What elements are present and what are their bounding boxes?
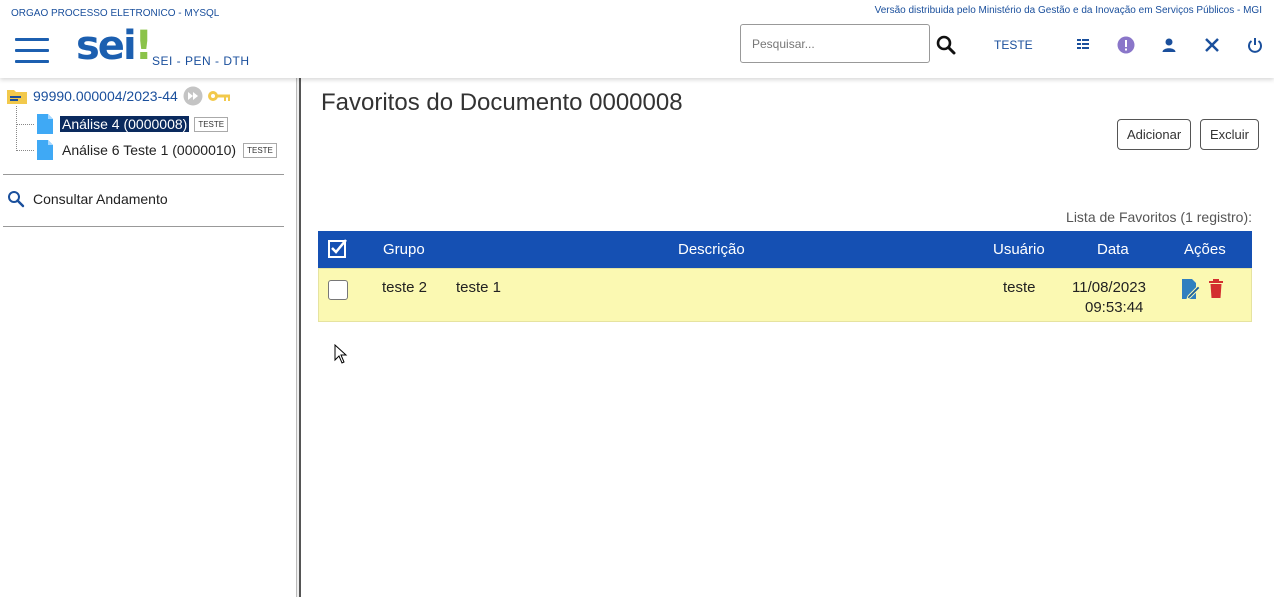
consultar-andamento-link[interactable]: Consultar Andamento: [7, 190, 168, 208]
cell-data: 11/08/2023: [1072, 279, 1146, 296]
cell-descricao: teste 1: [456, 279, 502, 296]
user-icon[interactable]: [1160, 36, 1178, 54]
divider: [3, 226, 284, 227]
org-name: ORGAO PROCESSO ELETRONICO - MYSQL: [11, 8, 220, 19]
top-header: ORGAO PROCESSO ELETRONICO - MYSQL Versão…: [0, 0, 1274, 78]
main-content: Favoritos do Documento 0000008 Adicionar…: [301, 78, 1274, 597]
document-icon: [37, 114, 53, 134]
document-node[interactable]: Análise 6 Teste 1 (0000010) TESTE: [36, 140, 277, 160]
divider: [3, 174, 284, 175]
document-tag: TESTE: [243, 142, 277, 158]
document-node[interactable]: Análise 4 (0000008) TESTE: [36, 114, 229, 134]
power-icon[interactable]: [1246, 36, 1264, 54]
process-number[interactable]: 99990.000004/2023-44: [33, 88, 178, 104]
page-title: Favoritos do Documento 0000008: [321, 89, 683, 116]
document-icon: [37, 140, 53, 160]
sei-logo[interactable]: sei!: [76, 24, 153, 68]
version-note: Versão distribuida pelo Ministério da Ge…: [874, 5, 1262, 16]
system-subtitle: SEI - PEN - DTH: [152, 54, 250, 68]
column-header-usuario[interactable]: Usuário: [993, 241, 1045, 258]
folder-icon: [7, 90, 27, 104]
row-checkbox[interactable]: [328, 280, 348, 300]
key-icon[interactable]: [207, 88, 231, 104]
units-grid-icon[interactable]: [1074, 36, 1092, 54]
search-icon[interactable]: [936, 35, 956, 55]
tree-connector: [16, 106, 17, 151]
menu-hamburger-icon[interactable]: [15, 38, 49, 64]
alert-icon[interactable]: [1117, 36, 1135, 54]
cell-hora: 09:53:44: [1085, 299, 1144, 316]
mouse-cursor-icon: [334, 344, 348, 364]
cell-usuario: teste: [1003, 279, 1036, 296]
process-node[interactable]: 99990.000004/2023-44: [6, 86, 231, 106]
process-tree-panel: 99990.000004/2023-44 Análise 4 (0000008)…: [0, 78, 296, 597]
tree-connector: [16, 150, 34, 151]
search-input[interactable]: [740, 24, 930, 63]
consultar-label[interactable]: Consultar Andamento: [33, 191, 168, 207]
column-header-descricao[interactable]: Descrição: [678, 241, 745, 258]
user-name[interactable]: TESTE: [994, 38, 1033, 52]
edit-icon[interactable]: [1181, 279, 1201, 301]
column-header-data[interactable]: Data: [1097, 241, 1129, 258]
delete-button[interactable]: Excluir: [1200, 119, 1260, 150]
document-label[interactable]: Análise 4 (0000008): [60, 116, 190, 132]
document-label[interactable]: Análise 6 Teste 1 (0000010): [60, 142, 238, 158]
add-button[interactable]: Adicionar: [1117, 119, 1192, 150]
tree-connector: [16, 124, 34, 125]
trash-icon[interactable]: [1208, 279, 1224, 298]
column-header-grupo[interactable]: Grupo: [383, 241, 425, 258]
table-row[interactable]: teste 2 teste 1 teste 11/08/2023 09:53:4…: [318, 268, 1252, 322]
tools-icon[interactable]: [1203, 36, 1221, 54]
table-caption: Lista de Favoritos (1 registro):: [1066, 209, 1252, 225]
column-header-acoes: Ações: [1184, 241, 1226, 258]
document-tag: TESTE: [194, 116, 229, 132]
search-icon: [8, 191, 25, 208]
table-header: Grupo Descrição Usuário Data Ações: [318, 231, 1252, 268]
forward-icon[interactable]: [183, 86, 203, 106]
select-all-checkbox[interactable]: [328, 238, 348, 258]
cell-grupo: teste 2: [382, 279, 428, 296]
